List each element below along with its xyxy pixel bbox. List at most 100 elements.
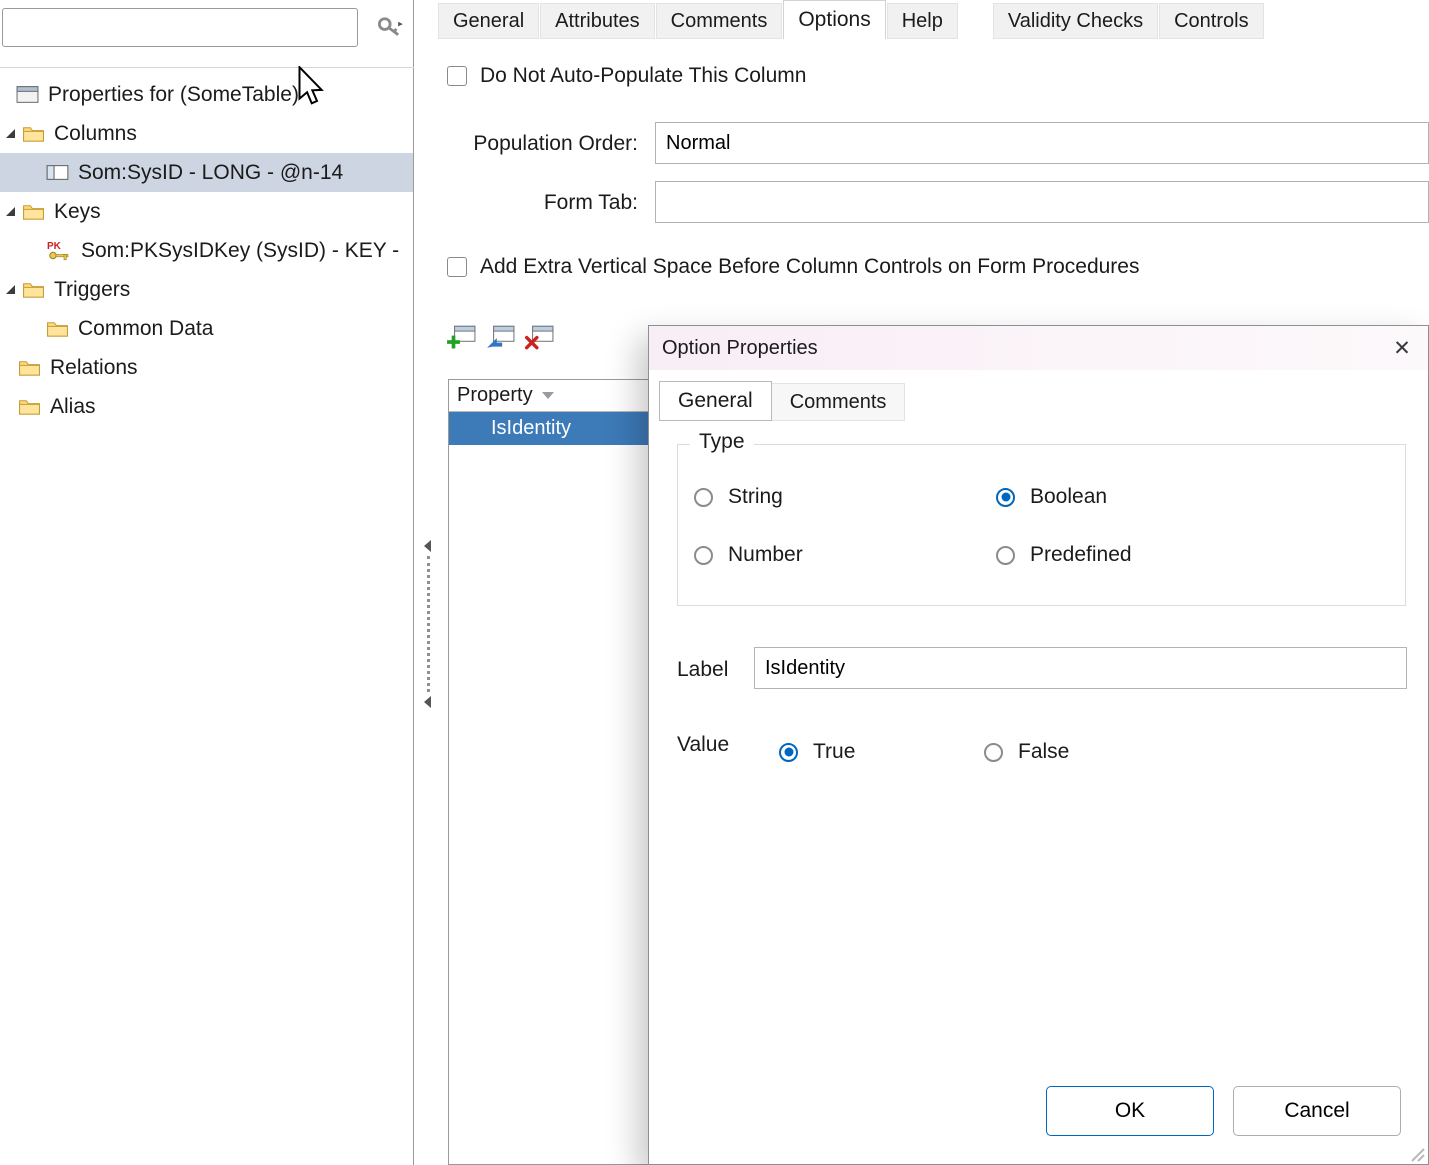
property-header-label: Property xyxy=(457,384,533,407)
value-caption: Value xyxy=(677,733,729,757)
tree-item-relations[interactable]: Relations xyxy=(0,348,413,387)
extra-space-checkbox-row: Add Extra Vertical Space Before Column C… xyxy=(447,255,1139,279)
ok-button[interactable]: OK xyxy=(1046,1086,1214,1136)
radio-circle-icon[interactable] xyxy=(694,488,713,507)
radio-circle-icon[interactable] xyxy=(996,546,1015,565)
tree-item-label: Relations xyxy=(50,356,138,380)
extra-space-label: Add Extra Vertical Space Before Column C… xyxy=(480,255,1139,279)
tree-item-label: Keys xyxy=(54,200,101,224)
auto-populate-label: Do Not Auto-Populate This Column xyxy=(480,64,806,88)
tree-item-sysid-column[interactable]: Som:SysID - LONG - @n-14 xyxy=(0,153,413,192)
type-groupbox: Type String Boolean Number Predefined xyxy=(677,444,1406,606)
tree-item-common-data[interactable]: Common Data xyxy=(0,309,413,348)
tree-item-label: Som:PKSysIDKey (SysID) - KEY - xyxy=(81,239,399,263)
radio-true[interactable]: True xyxy=(779,740,855,764)
radio-circle-icon[interactable] xyxy=(996,488,1015,507)
tab-controls[interactable]: Controls xyxy=(1159,3,1263,39)
column-icon xyxy=(46,163,69,182)
dialog-close-button[interactable]: ✕ xyxy=(1384,331,1420,365)
add-property-button[interactable] xyxy=(446,324,476,350)
sort-descending-icon xyxy=(542,392,554,399)
tree-search-input[interactable] xyxy=(2,8,358,47)
collapse-arrow-icon[interactable] xyxy=(6,129,22,138)
resize-grip[interactable] xyxy=(1408,1145,1426,1163)
panel-separator xyxy=(0,67,414,68)
collapse-arrow-icon[interactable] xyxy=(6,285,22,294)
cancel-button[interactable]: Cancel xyxy=(1233,1086,1401,1136)
dialog-tabbar: General Comments xyxy=(659,381,905,421)
change-property-icon xyxy=(485,324,515,350)
tab-attributes[interactable]: Attributes xyxy=(540,3,654,39)
radio-boolean[interactable]: Boolean xyxy=(996,485,1107,509)
type-groupbox-legend: Type xyxy=(690,430,754,454)
folder-icon xyxy=(22,280,45,299)
label-input[interactable] xyxy=(754,647,1407,689)
tree-item-columns[interactable]: Columns xyxy=(0,114,413,153)
dialog-tab-comments[interactable]: Comments xyxy=(772,383,906,421)
radio-number[interactable]: Number xyxy=(694,543,803,567)
splitter-collapse-arrow-icon[interactable] xyxy=(424,540,431,552)
delete-property-button[interactable] xyxy=(524,324,554,350)
dialog-titlebar[interactable]: Option Properties xyxy=(649,326,1428,370)
tree-panel: Properties for (SomeTable) Columns Som:S… xyxy=(0,0,414,1165)
radio-circle-icon[interactable] xyxy=(779,743,798,762)
folder-icon xyxy=(46,319,69,338)
form-tab-label: Form Tab: xyxy=(448,191,638,215)
population-order-label: Population Order: xyxy=(448,132,638,156)
tab-options[interactable]: Options xyxy=(783,0,885,39)
folder-icon xyxy=(18,358,41,377)
delete-property-icon xyxy=(524,324,554,350)
tree-item-label: Triggers xyxy=(54,278,130,302)
column-properties-tabbar: General Attributes Comments Options Help… xyxy=(438,0,1265,39)
radio-circle-icon[interactable] xyxy=(984,743,1003,762)
tree-item-label: Columns xyxy=(54,122,137,146)
radio-false[interactable]: False xyxy=(984,740,1069,764)
tree-item-root[interactable]: Properties for (SomeTable) xyxy=(0,75,413,114)
radio-label: False xyxy=(1018,740,1069,764)
change-property-button[interactable] xyxy=(485,324,515,350)
radio-label: True xyxy=(813,740,855,764)
tab-help[interactable]: Help xyxy=(887,3,958,39)
radio-label: Boolean xyxy=(1030,485,1107,509)
tab-general[interactable]: General xyxy=(438,3,539,39)
key-search-button[interactable] xyxy=(368,10,412,46)
radio-label: Predefined xyxy=(1030,543,1132,567)
radio-string[interactable]: String xyxy=(694,485,783,509)
extra-space-checkbox[interactable] xyxy=(447,257,467,277)
collapse-arrow-icon[interactable] xyxy=(6,207,22,216)
label-caption: Label xyxy=(677,658,728,682)
panel-splitter[interactable] xyxy=(421,540,435,708)
tab-validity-checks[interactable]: Validity Checks xyxy=(993,3,1158,39)
auto-populate-checkbox[interactable] xyxy=(447,66,467,86)
tree-item-pk-key[interactable]: Som:PKSysIDKey (SysID) - KEY - xyxy=(0,231,413,270)
tree-item-label: Som:SysID - LONG - @n-14 xyxy=(78,161,343,185)
close-icon: ✕ xyxy=(1393,337,1411,360)
tree-item-triggers[interactable]: Triggers xyxy=(0,270,413,309)
dialog-title: Option Properties xyxy=(662,337,818,360)
splitter-dots xyxy=(427,556,430,692)
splitter-collapse-arrow-icon[interactable] xyxy=(424,696,431,708)
properties-tree: Properties for (SomeTable) Columns Som:S… xyxy=(0,75,413,426)
tab-comments[interactable]: Comments xyxy=(656,3,783,39)
auto-populate-checkbox-row: Do Not Auto-Populate This Column xyxy=(447,64,806,88)
add-property-icon xyxy=(446,324,476,350)
option-properties-dialog: Option Properties ✕ General Comments Typ… xyxy=(648,325,1429,1165)
search-key-icon xyxy=(376,15,404,39)
radio-predefined[interactable]: Predefined xyxy=(996,543,1132,567)
property-row-label: IsIdentity xyxy=(491,417,571,440)
radio-label: Number xyxy=(728,543,803,567)
radio-label: String xyxy=(728,485,783,509)
form-tab-input[interactable] xyxy=(655,181,1429,223)
folder-icon xyxy=(22,124,45,143)
property-toolbar xyxy=(446,324,554,350)
properties-window-icon xyxy=(16,85,39,104)
tree-item-alias[interactable]: Alias xyxy=(0,387,413,426)
population-order-input[interactable] xyxy=(655,122,1429,164)
tree-item-keys[interactable]: Keys xyxy=(0,192,413,231)
dialog-tab-general[interactable]: General xyxy=(659,381,772,421)
primary-key-icon xyxy=(46,240,72,261)
tree-item-label: Properties for (SomeTable) xyxy=(48,83,299,107)
tree-item-label: Alias xyxy=(50,395,96,419)
tree-item-label: Common Data xyxy=(78,317,213,341)
radio-circle-icon[interactable] xyxy=(694,546,713,565)
